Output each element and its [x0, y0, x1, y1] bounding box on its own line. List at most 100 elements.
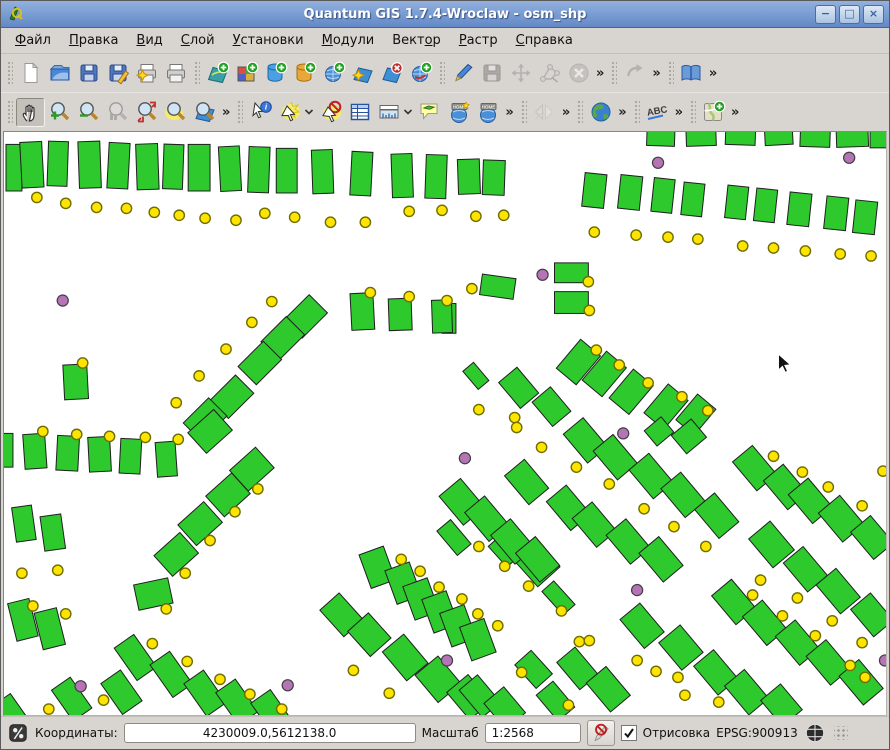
chevron-down-icon[interactable]: [403, 100, 415, 124]
menubar: ФайлПравкаВидСлойУстановкиМодулиВекторРа…: [1, 28, 889, 54]
point-feature-yellow: [325, 217, 335, 227]
undo-button[interactable]: [620, 59, 649, 88]
point-feature-yellow: [591, 345, 601, 355]
toolbar-handle[interactable]: [193, 60, 200, 86]
point-feature-yellow: [866, 251, 876, 261]
select-features-button[interactable]: [275, 98, 304, 127]
toolbar-handle[interactable]: [6, 60, 13, 86]
menu-item-6[interactable]: Вектор: [384, 30, 449, 51]
point-feature-yellow: [474, 541, 484, 551]
extents-toggle-button[interactable]: [7, 722, 29, 744]
add-spatialite-layer-button[interactable]: [290, 59, 319, 88]
point-feature-yellow: [71, 429, 81, 439]
delete-selected-button[interactable]: [564, 59, 593, 88]
pan-button[interactable]: [16, 98, 45, 127]
point-feature-purple: [459, 453, 470, 464]
toolbar-handle[interactable]: [689, 99, 696, 125]
zoom-in-button[interactable]: [45, 98, 74, 127]
menu-item-5[interactable]: Модули: [314, 30, 383, 51]
menu-item-2[interactable]: Вид: [128, 30, 170, 51]
add-vector-layer-button[interactable]: [203, 59, 232, 88]
stop-render-button[interactable]: [587, 720, 615, 746]
new-shapefile-layer-button[interactable]: [348, 59, 377, 88]
toolbar-overflow-button[interactable]: »: [649, 66, 663, 81]
building-feature: [276, 148, 297, 193]
building-feature: [350, 151, 373, 196]
maximize-button[interactable]: □: [839, 5, 860, 24]
toolbar-overflow-button[interactable]: »: [706, 66, 720, 81]
menu-item-1[interactable]: Правка: [61, 30, 126, 51]
zoom-out-button[interactable]: [74, 98, 103, 127]
labels-button[interactable]: ABC: [643, 98, 672, 127]
toolbar-overflow-button[interactable]: »: [672, 105, 686, 120]
chevron-down-icon[interactable]: [304, 100, 316, 124]
building-feature: [437, 520, 471, 556]
toolbar-overflow-button[interactable]: »: [219, 105, 233, 120]
measure-button[interactable]: [374, 98, 403, 127]
toolbar-overflow-button[interactable]: »: [728, 105, 742, 120]
point-feature-yellow: [878, 466, 886, 476]
titlebar[interactable]: Quantum GIS 1.7.4-Wroclaw - osm_shp −□×: [1, 1, 889, 28]
building-feature: [555, 292, 589, 314]
toolbar-overflow-button[interactable]: »: [559, 105, 573, 120]
remove-layer-button[interactable]: [377, 59, 406, 88]
minimize-button[interactable]: −: [815, 5, 836, 24]
identify-button[interactable]: i: [246, 98, 275, 127]
zoom-native-button[interactable]: [103, 98, 132, 127]
render-checkbox[interactable]: [621, 725, 637, 741]
attribute-table-button[interactable]: [345, 98, 374, 127]
osm-add-button[interactable]: [699, 98, 728, 127]
node-tool-button[interactable]: [535, 59, 564, 88]
zoom-full-button[interactable]: [132, 98, 161, 127]
toolbar-handle[interactable]: [667, 60, 674, 86]
save-as-button[interactable]: [103, 59, 132, 88]
point-feature-yellow: [677, 392, 687, 402]
toolbar-handle[interactable]: [6, 99, 13, 125]
bookmark-show-button[interactable]: HOME: [473, 98, 502, 127]
add-wfs-layer-button[interactable]: [406, 59, 435, 88]
file-new-button[interactable]: [16, 59, 45, 88]
crs-status-button[interactable]: [804, 722, 826, 744]
web-globe-button[interactable]: [586, 98, 615, 127]
toolbar-handle[interactable]: [520, 99, 527, 125]
menu-item-3[interactable]: Слой: [173, 30, 223, 51]
folder-open-button[interactable]: [45, 59, 74, 88]
menu-item-8[interactable]: Справка: [508, 30, 581, 51]
save-button[interactable]: [74, 59, 103, 88]
offline-sync-button[interactable]: [530, 98, 559, 127]
add-postgis-layer-button[interactable]: [261, 59, 290, 88]
toolbar-handle[interactable]: [438, 60, 445, 86]
add-wms-layer-button[interactable]: [319, 59, 348, 88]
zoom-layer-button[interactable]: [190, 98, 219, 127]
map-canvas[interactable]: [3, 131, 887, 716]
add-raster-layer-button[interactable]: [232, 59, 261, 88]
move-feature-button[interactable]: [506, 59, 535, 88]
resize-grip[interactable]: [834, 726, 848, 740]
composer-manager-button[interactable]: [161, 59, 190, 88]
toolbar-overflow-button[interactable]: »: [593, 66, 607, 81]
bookmark-new-icon: HOME: [447, 100, 471, 124]
toolbar-handle[interactable]: [576, 99, 583, 125]
coords-input[interactable]: [124, 723, 416, 743]
zoom-selection-button[interactable]: [161, 98, 190, 127]
deselect-button[interactable]: [316, 98, 345, 127]
toolbar-overflow-button[interactable]: »: [502, 105, 516, 120]
check-icon: [623, 727, 635, 739]
menu-item-7[interactable]: Растр: [451, 30, 506, 51]
toolbar-handle[interactable]: [633, 99, 640, 125]
close-button[interactable]: ×: [863, 5, 884, 24]
building-feature: [6, 144, 22, 191]
toolbar-overflow-button[interactable]: »: [615, 105, 629, 120]
menu-item-4[interactable]: Установки: [225, 30, 312, 51]
map-tips-button[interactable]: [415, 98, 444, 127]
toolbar-handle[interactable]: [236, 99, 243, 125]
help-contents-button[interactable]: [677, 59, 706, 88]
menu-item-0[interactable]: Файл: [7, 30, 59, 51]
point-feature-yellow: [737, 241, 747, 251]
toolbar-handle[interactable]: [610, 60, 617, 86]
toggle-editing-button[interactable]: [448, 59, 477, 88]
bookmark-new-button[interactable]: HOME: [444, 98, 473, 127]
save-edits-button[interactable]: [477, 59, 506, 88]
scale-input[interactable]: [485, 723, 581, 743]
composer-new-button[interactable]: [132, 59, 161, 88]
